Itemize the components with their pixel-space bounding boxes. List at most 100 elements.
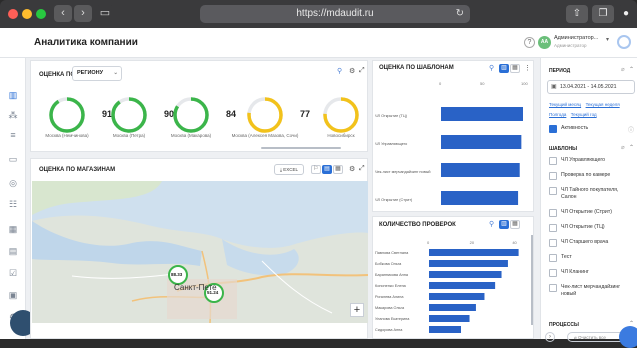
checklist-icon[interactable]: ☑ bbox=[7, 268, 19, 278]
link-current-year[interactable]: Текущий год bbox=[571, 112, 597, 117]
date-range-value: 13.04.2021 - 14.05.2021 bbox=[560, 84, 617, 90]
region-gauge[interactable]: 77 bbox=[245, 95, 310, 135]
bar[interactable] bbox=[429, 249, 519, 256]
close-window-button[interactable] bbox=[8, 9, 18, 19]
checkbox[interactable] bbox=[549, 187, 557, 195]
checkbox[interactable] bbox=[549, 209, 557, 217]
folder-icon[interactable]: ▭ bbox=[7, 154, 19, 164]
checkbox-checked[interactable] bbox=[549, 125, 557, 133]
settings-icon[interactable]: ⚙ bbox=[349, 67, 355, 75]
axis-tick-label: 20 bbox=[470, 240, 475, 245]
expand-icon[interactable]: ⤢ bbox=[359, 67, 365, 75]
date-range-input[interactable]: ▣ 13.04.2021 - 14.05.2021 bbox=[547, 80, 635, 94]
axis-tick-label: 40 bbox=[512, 240, 517, 245]
info-icon[interactable]: ⓘ bbox=[628, 125, 634, 134]
link-current-week[interactable]: Текущая неделя bbox=[586, 102, 620, 107]
table-icon[interactable]: ☷ bbox=[7, 199, 19, 209]
bar[interactable] bbox=[429, 326, 461, 333]
calendar-icon[interactable]: ▣ bbox=[7, 290, 19, 300]
filter-icon[interactable]: ⚲ bbox=[489, 64, 494, 72]
checkbox[interactable] bbox=[549, 269, 557, 277]
map-view-icon[interactable]: ⚐ bbox=[311, 165, 321, 174]
globe-icon[interactable]: ◎ bbox=[7, 178, 19, 188]
user-name[interactable]: Администратор... bbox=[554, 35, 598, 41]
link-current-month[interactable]: Текущий месяц bbox=[549, 102, 581, 107]
back-icon[interactable]: ‹ bbox=[54, 5, 72, 22]
share-icon[interactable]: ⇧ bbox=[566, 5, 588, 23]
expand-icon[interactable]: ⤢ bbox=[359, 165, 365, 173]
collapse-icon[interactable]: ⌃ bbox=[629, 66, 634, 73]
checkbox[interactable] bbox=[549, 284, 557, 292]
chevron-down-icon[interactable]: ▾ bbox=[606, 36, 609, 43]
bar-view-icon[interactable]: ▥ bbox=[499, 220, 509, 229]
address-bar[interactable]: https://mdaudit.ru ↻ bbox=[200, 5, 470, 23]
horizontal-scrollbar[interactable] bbox=[261, 147, 341, 149]
table-view-icon[interactable]: ▦ bbox=[510, 64, 520, 73]
bar[interactable] bbox=[441, 191, 519, 205]
template-label: ЧЛ Старшего врача bbox=[561, 239, 609, 245]
prev-icon[interactable]: › bbox=[545, 332, 555, 342]
bar[interactable] bbox=[429, 304, 476, 311]
bar[interactable] bbox=[429, 315, 470, 322]
list-view-icon[interactable]: ▤ bbox=[322, 165, 332, 174]
settings-icon[interactable]: ⚙ bbox=[349, 165, 355, 173]
bar[interactable] bbox=[441, 135, 522, 149]
forward-icon[interactable]: › bbox=[74, 5, 92, 22]
bar[interactable] bbox=[429, 293, 485, 300]
table-view-icon[interactable]: ▦ bbox=[510, 220, 520, 229]
analytics-icon[interactable]: ▥ bbox=[7, 90, 19, 100]
link-half-year[interactable]: Полгода bbox=[549, 112, 566, 117]
checkbox[interactable] bbox=[549, 254, 557, 262]
clear-icon[interactable]: ⌀ bbox=[621, 144, 625, 151]
bar[interactable] bbox=[429, 271, 502, 278]
category-label: Макарова Ольга bbox=[375, 306, 405, 310]
checks-card-title: КОЛИЧЕСТВО ПРОВЕРОК bbox=[379, 222, 456, 228]
reload-icon[interactable]: ↻ bbox=[456, 5, 464, 23]
checkbox[interactable] bbox=[549, 157, 557, 165]
minimize-window-button[interactable] bbox=[22, 9, 32, 19]
vertical-scrollbar[interactable] bbox=[531, 235, 533, 325]
more-icon[interactable]: ⋮ bbox=[524, 64, 531, 72]
collapse-icon[interactable]: ⌃ bbox=[629, 144, 634, 151]
region-gauge[interactable]: 91 bbox=[47, 95, 112, 135]
category-label: Бобкова Ольга bbox=[375, 262, 402, 266]
category-label: Рогалева Алина bbox=[375, 295, 404, 299]
checkbox[interactable] bbox=[549, 224, 557, 232]
user-menu-icon[interactable] bbox=[617, 35, 631, 49]
checkbox[interactable] bbox=[549, 239, 557, 247]
bar[interactable] bbox=[441, 163, 520, 177]
filter-icon[interactable]: ⚲ bbox=[337, 67, 342, 75]
grid-icon[interactable]: ▦ bbox=[7, 224, 19, 234]
templates-bar-chart: 0 50 100 ЧЛ Открытие (ТЦ) ЧЛ Управляющего Чек… bbox=[375, 81, 528, 205]
category-label: Уланова Екатерина bbox=[375, 317, 410, 321]
list-icon[interactable]: ≡ bbox=[7, 130, 19, 140]
filter-icon[interactable]: ⚲ bbox=[489, 220, 494, 228]
bar[interactable] bbox=[429, 282, 496, 289]
info-icon[interactable]: ● bbox=[618, 5, 634, 23]
clear-icon[interactable]: ⌀ bbox=[621, 66, 625, 73]
region-gauge[interactable]: 90 bbox=[109, 95, 174, 135]
tabs-icon[interactable]: ❐ bbox=[592, 5, 614, 23]
bar[interactable] bbox=[429, 260, 508, 267]
region-gauge[interactable]: 76 bbox=[321, 95, 386, 135]
map-canvas bbox=[32, 181, 368, 323]
axis-tick-label: 50 bbox=[480, 81, 485, 86]
hierarchy-icon[interactable]: ⁂ bbox=[7, 110, 19, 120]
help-icon[interactable]: ? bbox=[524, 37, 535, 48]
avatar[interactable]: AA bbox=[538, 36, 551, 49]
chat-launcher-icon[interactable] bbox=[619, 326, 637, 348]
region-dropdown[interactable]: РЕГИОНУ ⌄ bbox=[72, 66, 122, 81]
table-view-icon[interactable]: ▦ bbox=[333, 165, 343, 174]
bar-view-icon[interactable]: ▥ bbox=[499, 64, 509, 73]
maximize-window-button[interactable] bbox=[36, 9, 46, 19]
store-map[interactable]: 88.33 51.24 Санкт-Пете + bbox=[32, 181, 368, 323]
document-icon[interactable]: ▤ bbox=[7, 246, 19, 256]
excel-button[interactable]: ⤓ EXCEL bbox=[274, 164, 304, 175]
checkbox[interactable] bbox=[549, 172, 557, 180]
sidebar-icon[interactable]: ▭ bbox=[96, 5, 114, 22]
stores-card-title: ОЦЕНКА ПО МАГАЗИНАМ bbox=[39, 167, 116, 173]
bar[interactable] bbox=[441, 107, 523, 121]
zoom-in-button[interactable]: + bbox=[350, 303, 364, 317]
region-gauge[interactable]: 84 bbox=[171, 95, 236, 135]
calendar-icon: ▣ bbox=[551, 84, 557, 90]
